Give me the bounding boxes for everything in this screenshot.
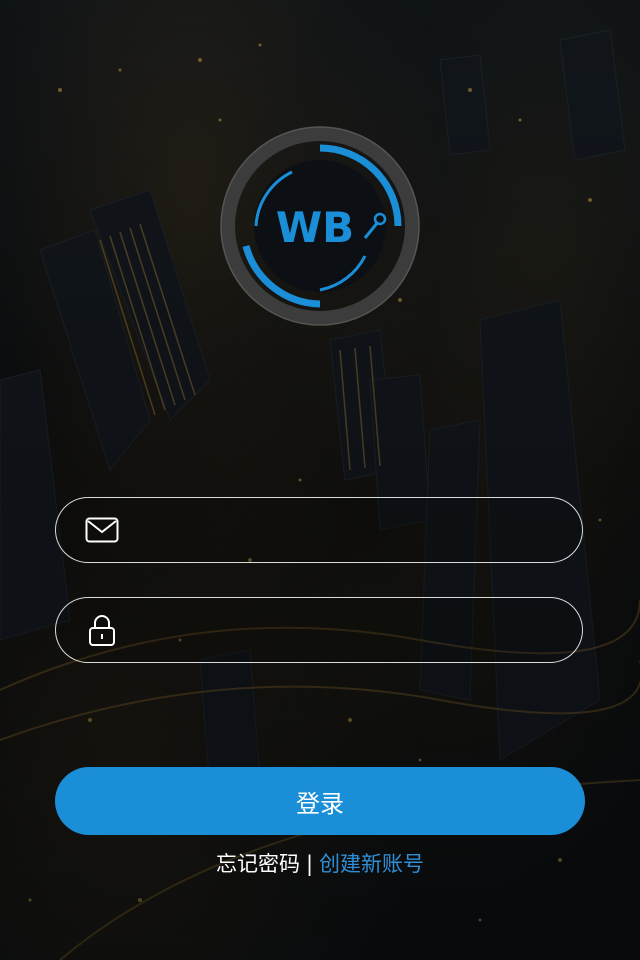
logo-text: WB (276, 203, 354, 252)
login-screen: WB 登录 忘记密码 | 创建新账号 (0, 0, 640, 960)
password-input[interactable] (142, 598, 552, 664)
mail-icon (84, 512, 120, 548)
email-field[interactable] (55, 497, 583, 564)
account-links: 忘记密码 | 创建新账号 (0, 848, 640, 878)
login-button-label: 登录 (296, 789, 344, 818)
email-input[interactable] (142, 498, 552, 564)
links-separator: | (305, 852, 314, 876)
wb-logo: WB (220, 126, 420, 326)
create-account-link[interactable]: 创建新账号 (319, 852, 424, 876)
forgot-password-link[interactable]: 忘记密码 (216, 852, 300, 876)
password-field[interactable] (55, 597, 583, 664)
login-button[interactable]: 登录 (55, 767, 585, 835)
lock-icon (84, 612, 120, 648)
